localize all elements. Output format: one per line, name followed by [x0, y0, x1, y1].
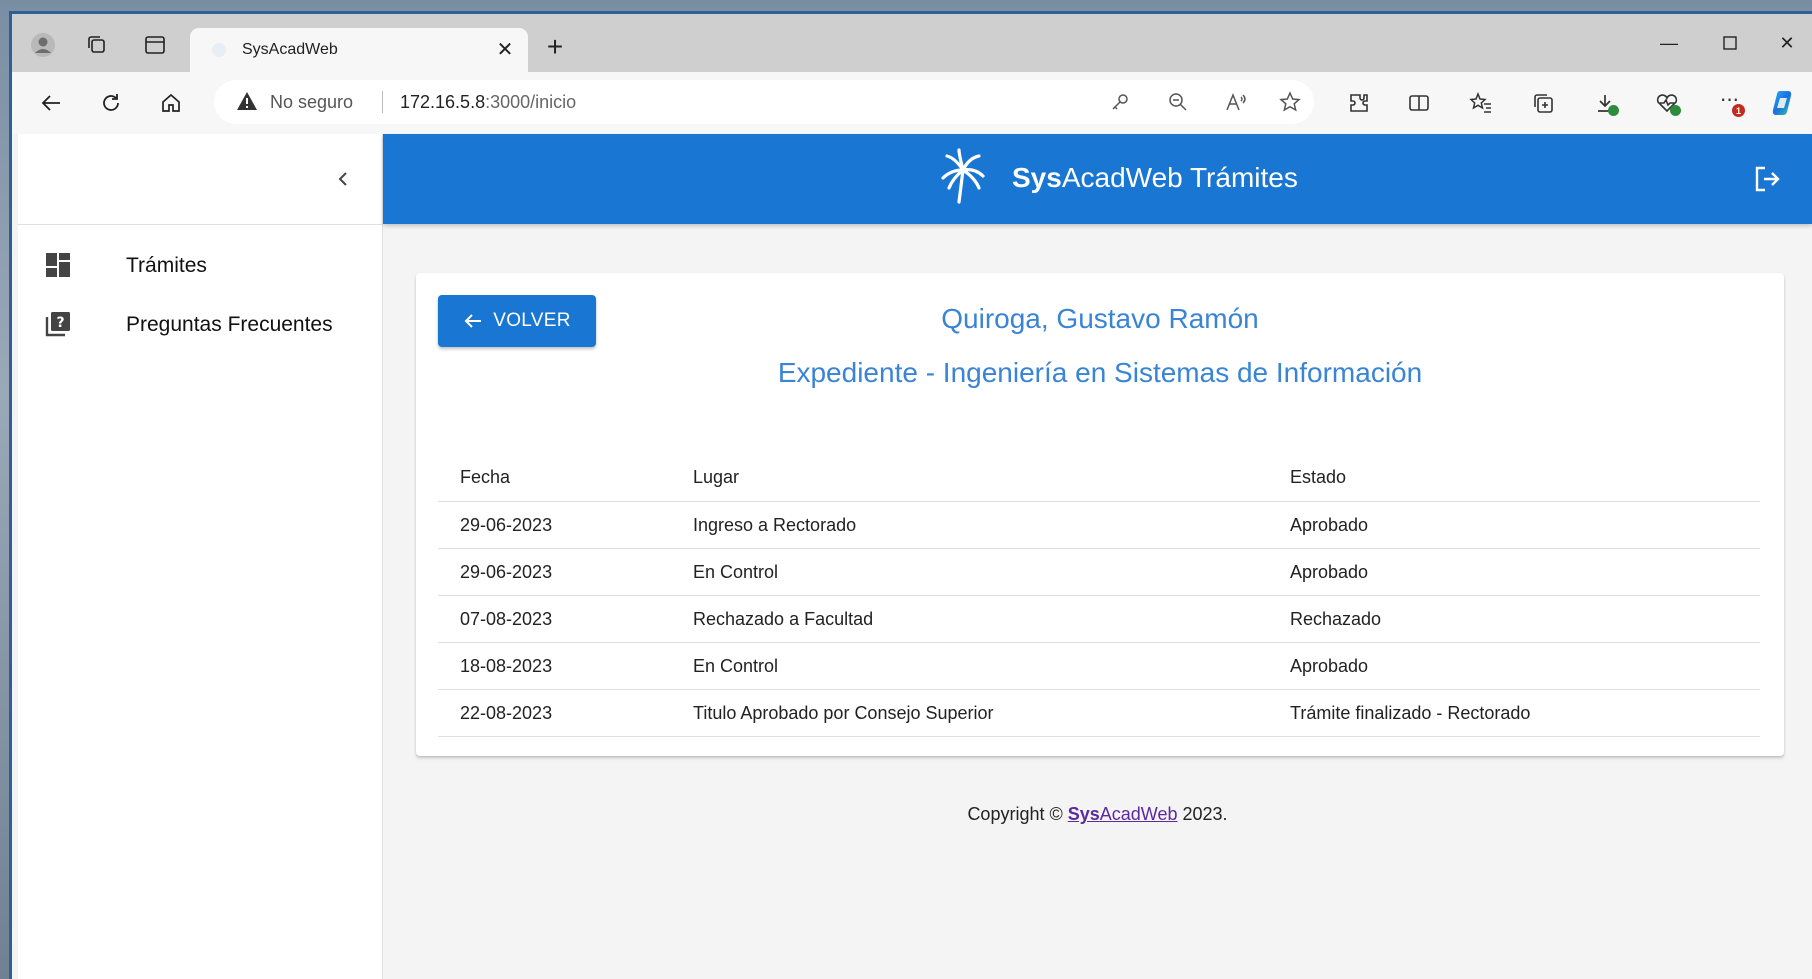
- downloads-icon[interactable]: [1586, 84, 1624, 122]
- app-title-rest: AcadWeb Trámites: [1061, 162, 1298, 193]
- cell-fecha: 07-08-2023: [460, 609, 553, 629]
- cell-estado: Rechazado: [1290, 609, 1382, 629]
- record-title: Expediente - Ingeniería en Sistemas de I…: [777, 357, 1423, 388]
- app-title-bold: Sys: [1012, 162, 1062, 193]
- extensions-icon[interactable]: [1340, 84, 1378, 122]
- copilot-icon[interactable]: [1764, 84, 1802, 122]
- profile-icon[interactable]: [26, 28, 60, 62]
- essentials-status-badge: [1670, 105, 1681, 116]
- app-header: SysAcadWeb Trámites: [383, 134, 1812, 224]
- footer-sysacadweb-link[interactable]: SysAcadWeb: [1068, 804, 1178, 824]
- cell-estado: Trámite finalizado - Rectorado: [1290, 703, 1531, 723]
- footer-suffix: 2023.: [1177, 804, 1228, 824]
- warning-icon[interactable]: [236, 91, 258, 117]
- read-aloud-icon[interactable]: [1222, 88, 1250, 116]
- cell-lugar: En Control: [693, 656, 779, 676]
- header-fecha: Fecha: [460, 467, 511, 487]
- close-icon[interactable]: ✕: [492, 36, 518, 62]
- faq-icon: ?: [44, 310, 74, 340]
- header-lugar: Lugar: [693, 467, 740, 487]
- browser-toolbar: No seguro 172.16.5.8:3000/inicio ··· 1: [12, 72, 1812, 134]
- chevron-left-icon[interactable]: [324, 160, 362, 198]
- sidebar: Trámites ? Preguntas Frecuentes: [18, 134, 383, 979]
- table-row: 29-06-2023 En Control Aprobado: [438, 549, 1760, 596]
- more-icon[interactable]: ··· 1: [1710, 84, 1748, 122]
- omnibox-separator: [382, 91, 383, 113]
- key-icon[interactable]: [1106, 88, 1134, 116]
- plus-icon[interactable]: +: [538, 30, 572, 64]
- url-host: 172.16.5.8: [400, 92, 486, 112]
- favicon-icon: [212, 43, 226, 57]
- table-row: 07-08-2023 Rechazado a Facultad Rechazad…: [438, 596, 1760, 643]
- favorites-icon[interactable]: [1462, 84, 1500, 122]
- footer-link-bold: Sys: [1067, 804, 1100, 824]
- dashboard-icon: [44, 251, 74, 281]
- maximize-button[interactable]: [1705, 28, 1755, 58]
- url-path: :3000/inicio: [485, 92, 577, 112]
- sidebar-item-tramites[interactable]: Trámites: [18, 234, 382, 296]
- table-row: 18-08-2023 En Control Aprobado: [438, 643, 1760, 690]
- sidebar-item-label: Trámites: [126, 254, 207, 277]
- cell-fecha: 29-06-2023: [460, 515, 553, 535]
- table-header-row: Fecha Lugar Estado: [438, 451, 1760, 502]
- record-card: VOLVER Quiroga, Gustavo Ramón Expediente…: [416, 273, 1784, 756]
- tramites-table: Fecha Lugar Estado 29-06-2023 Ingreso a …: [438, 451, 1760, 737]
- footer-link-rest: AcadWeb: [1099, 804, 1178, 824]
- cell-estado: Aprobado: [1290, 562, 1369, 582]
- minimize-button[interactable]: —: [1644, 28, 1694, 58]
- logout-icon[interactable]: [1748, 160, 1786, 198]
- svg-text:?: ?: [56, 315, 64, 331]
- cell-fecha: 22-08-2023: [460, 703, 553, 723]
- palm-logo-icon: [939, 148, 987, 204]
- browser-essentials-icon[interactable]: [1648, 84, 1686, 122]
- app-title: SysAcadWeb Trámites: [1012, 162, 1298, 194]
- security-label[interactable]: No seguro: [270, 92, 353, 113]
- zoom-out-icon[interactable]: [1164, 88, 1192, 116]
- reload-icon[interactable]: [92, 84, 130, 122]
- workspaces-icon[interactable]: [80, 28, 114, 62]
- url-text[interactable]: 172.16.5.8:3000/inicio: [400, 92, 576, 113]
- tab-title: SysAcadWeb: [242, 41, 338, 58]
- browser-window: SysAcadWeb ✕ + — ✕ No seguro 172.16.5.8:…: [9, 11, 1812, 979]
- address-bar[interactable]: No seguro 172.16.5.8:3000/inicio: [214, 80, 1314, 124]
- cell-estado: Aprobado: [1290, 656, 1369, 676]
- vertical-tabs-icon[interactable]: [138, 28, 172, 62]
- back-icon[interactable]: [32, 84, 70, 122]
- tab-strip: SysAcadWeb ✕ + — ✕: [12, 14, 1812, 72]
- cell-estado: Aprobado: [1290, 515, 1369, 535]
- footer-prefix: Copyright ©: [967, 804, 1068, 824]
- cell-lugar: Titulo Aprobado por Consejo Superior: [693, 703, 994, 723]
- split-screen-icon[interactable]: [1400, 84, 1438, 122]
- student-name: Quiroga, Gustavo Ramón: [941, 303, 1259, 334]
- home-icon[interactable]: [152, 84, 190, 122]
- cell-fecha: 18-08-2023: [460, 656, 553, 676]
- more-badge: 1: [1732, 104, 1745, 117]
- header-estado: Estado: [1290, 467, 1347, 487]
- table-row: 29-06-2023 Ingreso a Rectorado Aprobado: [438, 502, 1760, 549]
- page-content: Trámites ? Preguntas Frecuentes SysAcadW…: [18, 134, 1812, 979]
- cell-lugar: En Control: [693, 562, 779, 582]
- footer-copyright: Copyright © SysAcadWeb 2023.: [383, 804, 1812, 825]
- sidebar-item-preguntas-frecuentes[interactable]: ? Preguntas Frecuentes: [18, 293, 382, 355]
- download-complete-badge: [1608, 105, 1619, 116]
- tab-sysacadweb[interactable]: SysAcadWeb ✕: [190, 28, 528, 72]
- favorite-star-icon[interactable]: [1276, 88, 1304, 116]
- table-row: 22-08-2023 Titulo Aprobado por Consejo S…: [438, 690, 1760, 737]
- cell-lugar: Rechazado a Facultad: [693, 609, 874, 629]
- cell-lugar: Ingreso a Rectorado: [693, 515, 857, 535]
- window-close-button[interactable]: ✕: [1762, 28, 1812, 58]
- collections-icon[interactable]: [1524, 84, 1562, 122]
- cell-fecha: 29-06-2023: [460, 562, 553, 582]
- sidebar-header: [18, 134, 382, 225]
- sidebar-item-label: Preguntas Frecuentes: [126, 313, 333, 336]
